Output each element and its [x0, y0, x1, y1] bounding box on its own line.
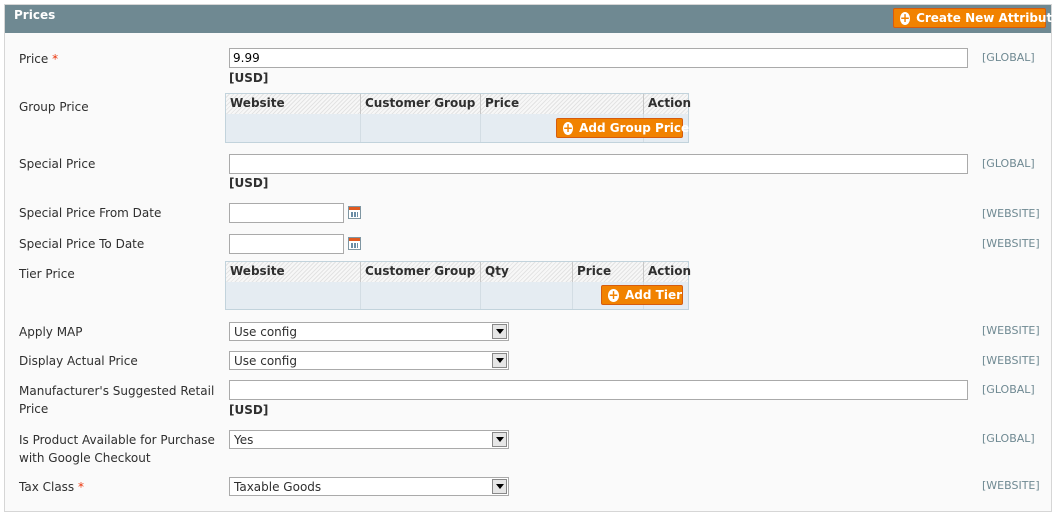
- add-group-price-button[interactable]: + Add Group Price: [556, 118, 689, 138]
- section-header: Prices + Create New Attribute: [5, 5, 1057, 33]
- tier-price-grid: Website Customer Group Qty Price Action …: [225, 261, 692, 310]
- chevron-down-icon[interactable]: [492, 353, 507, 368]
- add-group-price-label: Add Group Price: [579, 121, 690, 135]
- plus-circle-icon: +: [900, 11, 911, 25]
- google-checkout-scope: [GLOBAL]: [982, 432, 1035, 445]
- special-price-scope: [GLOBAL]: [982, 157, 1035, 170]
- column-header: Action: [648, 264, 692, 278]
- plus-circle-icon: +: [608, 288, 619, 302]
- required-mark: *: [78, 480, 85, 494]
- special-price-input[interactable]: [229, 154, 968, 174]
- column-header: Customer Group: [361, 94, 481, 114]
- google-checkout-label: Is Product Available for Purchase with G…: [19, 433, 215, 465]
- required-mark: *: [52, 52, 59, 66]
- column-header: Website: [226, 262, 361, 282]
- special-price-currency: [USD]: [229, 176, 269, 190]
- add-tier-label: Add Tier: [625, 288, 682, 302]
- create-new-attribute-button[interactable]: + Create New Attribute: [893, 8, 1057, 28]
- special-from-label: Special Price From Date: [19, 206, 162, 220]
- calendar-icon[interactable]: [348, 206, 361, 219]
- create-new-attribute-label: Create New Attribute: [916, 11, 1057, 25]
- price-currency: [USD]: [229, 71, 269, 85]
- column-header: Action: [648, 96, 692, 110]
- special-to-scope: [WEBSITE]: [982, 237, 1040, 250]
- msrp-input[interactable]: [229, 380, 968, 400]
- chevron-down-icon[interactable]: [492, 432, 507, 447]
- column-header: Price: [573, 262, 644, 282]
- plus-circle-icon: +: [563, 121, 574, 135]
- group-price-grid: Website Customer Group Price Action + Ad…: [225, 93, 692, 143]
- tax-class-label: Tax Class *: [19, 480, 85, 494]
- special-price-label: Special Price: [19, 157, 96, 171]
- apply-map-select[interactable]: Use config: [229, 322, 509, 341]
- tax-class-scope: [WEBSITE]: [982, 479, 1040, 492]
- column-header: Website: [226, 94, 361, 114]
- display-actual-price-scope: [WEBSITE]: [982, 354, 1040, 367]
- special-from-input[interactable]: [229, 203, 344, 223]
- apply-map-scope: [WEBSITE]: [982, 324, 1040, 337]
- section-title: Prices: [14, 8, 56, 22]
- special-to-label: Special Price To Date: [19, 237, 145, 251]
- special-from-scope: [WEBSITE]: [982, 207, 1040, 220]
- column-header: Customer Group: [361, 262, 481, 282]
- column-header: Qty: [481, 262, 573, 282]
- chevron-down-icon[interactable]: [492, 479, 507, 494]
- display-actual-price-label: Display Actual Price: [19, 354, 138, 368]
- msrp-scope: [GLOBAL]: [982, 383, 1035, 396]
- add-tier-button[interactable]: + Add Tier: [601, 285, 683, 305]
- msrp-currency: [USD]: [229, 403, 269, 417]
- google-checkout-select[interactable]: Yes: [229, 430, 509, 449]
- group-price-label: Group Price: [19, 100, 89, 114]
- display-actual-price-select[interactable]: Use config: [229, 351, 509, 370]
- tier-price-label: Tier Price: [19, 267, 75, 281]
- special-to-input[interactable]: [229, 234, 344, 254]
- chevron-down-icon[interactable]: [492, 324, 507, 339]
- msrp-label: Manufacturer's Suggested Retail Price: [19, 384, 215, 416]
- tax-class-select[interactable]: Taxable Goods: [229, 477, 509, 496]
- tier-price-grid-header: Website Customer Group Qty Price Action: [226, 262, 692, 282]
- calendar-icon[interactable]: [348, 237, 361, 250]
- price-label: Price *: [19, 52, 59, 66]
- column-header: Price: [481, 94, 644, 114]
- apply-map-label: Apply MAP: [19, 325, 83, 339]
- price-scope: [GLOBAL]: [982, 51, 1035, 64]
- price-input[interactable]: [229, 48, 968, 68]
- group-price-grid-header: Website Customer Group Price Action: [226, 94, 692, 114]
